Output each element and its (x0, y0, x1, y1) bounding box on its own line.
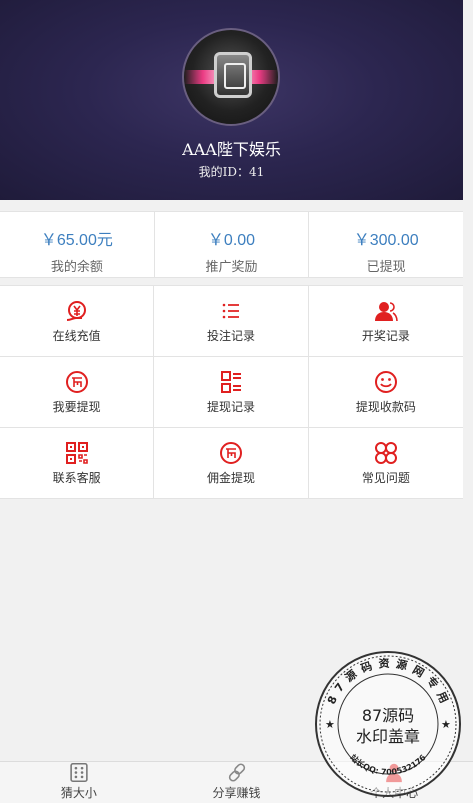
stat-promo-reward[interactable]: ￥0.00 推广奖励 (155, 212, 310, 277)
stat-value: ￥0.00 (207, 232, 256, 249)
stat-withdrawn[interactable]: ￥300.00 已提现 (309, 212, 463, 277)
stat-label: 我的余额 (50, 259, 103, 274)
profile-header: AAA陛下娱乐 我的ID：41 (0, 0, 463, 200)
menu-payment-code[interactable]: 提现收款码 (308, 357, 463, 428)
qrcode-icon (65, 441, 88, 464)
tab-label: 猜大小 (60, 786, 97, 800)
menu-commission-withdraw[interactable]: 佣金提现 (154, 428, 309, 499)
menu-label: 开奖记录 (361, 328, 410, 343)
user-icon (374, 301, 398, 321)
svg-text:8 7 源 码 资 源 网 专 用: 8 7 源 码 资 源 网 专 用 (325, 656, 451, 706)
menu-grid: 在线充值 投注记录 开奖记录 我要提现 提现记录 提现收款码 联系客服 佣金提现… (0, 285, 463, 499)
user-id: 我的ID：41 (198, 165, 265, 179)
recharge-icon (66, 300, 86, 321)
svg-text:★: ★ (441, 719, 451, 731)
avatar[interactable] (182, 28, 280, 126)
stat-label: 已提现 (366, 259, 406, 274)
menu-online-recharge[interactable]: 在线充值 (0, 286, 155, 357)
coin-icon (65, 370, 88, 393)
menu-customer-service[interactable]: 联系客服 (0, 428, 155, 499)
person-icon (386, 763, 403, 783)
menu-label: 我要提现 (52, 399, 101, 414)
smile-icon (374, 370, 397, 393)
menu-label: 佣金提现 (206, 470, 255, 485)
stat-label: 推广奖励 (205, 259, 258, 274)
tab-label: 分享赚钱 (212, 786, 261, 800)
stat-balance[interactable]: ￥65.00元 我的余额 (0, 212, 155, 277)
menu-draw-records[interactable]: 开奖记录 (308, 286, 463, 357)
menu-label: 常见问题 (361, 470, 410, 485)
menu-withdraw[interactable]: 我要提现 (0, 357, 155, 428)
help-icon (374, 441, 397, 464)
menu-label: 在线充值 (52, 328, 101, 343)
coin-icon (219, 441, 242, 464)
record-icon (220, 370, 241, 393)
tab-personal-center[interactable]: 个人中心 (315, 762, 473, 803)
svg-text:★: ★ (325, 719, 335, 731)
stat-value: ￥65.00元 (40, 232, 113, 249)
bottom-tab-bar: 猜大小 分享赚钱 个人中心 (0, 761, 473, 803)
link-icon (228, 763, 245, 782)
username: AAA陛下娱乐 (182, 140, 281, 159)
menu-faq[interactable]: 常见问题 (308, 428, 463, 499)
watermark-ring-text: 8 7 源 码 资 源 网 专 用 (325, 656, 450, 706)
watermark-line1: 87源码 (362, 706, 414, 725)
menu-label: 提现收款码 (355, 399, 416, 414)
watermark-line2: 水印盖章 (356, 727, 420, 746)
stats-bar: ￥65.00元 我的余额 ￥0.00 推广奖励 ￥300.00 已提现 (0, 211, 463, 278)
list-icon (222, 303, 239, 318)
menu-bet-records[interactable]: 投注记录 (154, 286, 309, 357)
menu-label: 提现记录 (206, 399, 255, 414)
menu-label: 投注记录 (206, 328, 255, 343)
avatar-emblem (214, 52, 252, 98)
tab-guess-size[interactable]: 猜大小 (0, 762, 158, 803)
stat-value: ￥300.00 (353, 232, 419, 249)
tab-label: 个人中心 (370, 786, 419, 800)
menu-withdraw-records[interactable]: 提现记录 (154, 357, 309, 428)
menu-label: 联系客服 (52, 470, 101, 485)
tab-share-earn[interactable]: 分享赚钱 (158, 762, 316, 803)
dice-icon (70, 762, 88, 783)
